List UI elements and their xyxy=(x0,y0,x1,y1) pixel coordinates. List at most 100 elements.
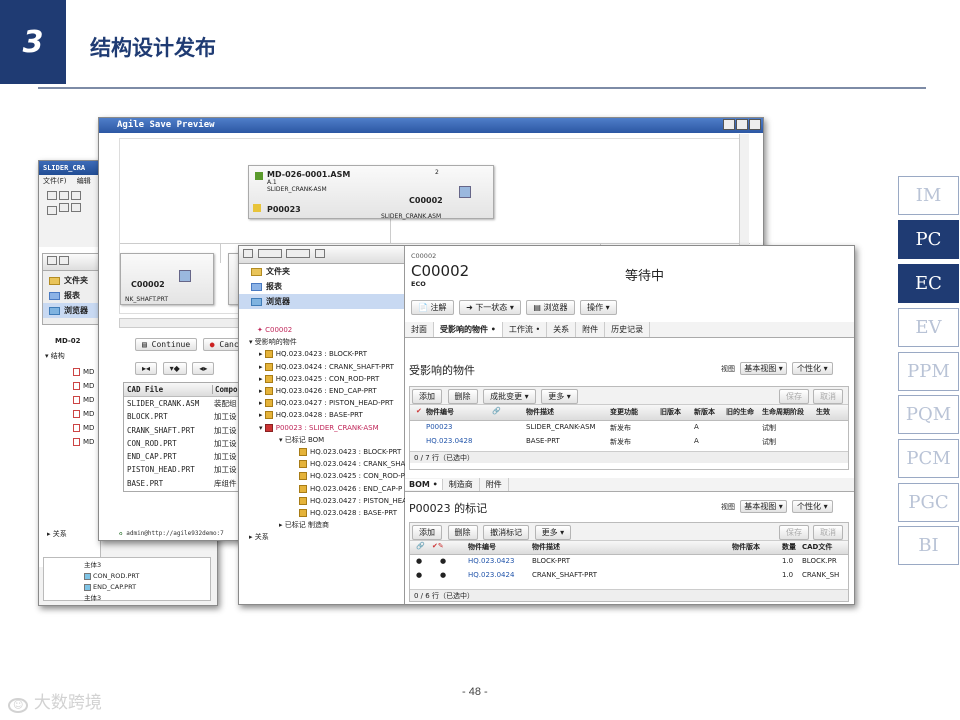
nav-bi[interactable]: BI xyxy=(898,526,959,565)
personalize-button[interactable]: 个性化 ▾ xyxy=(792,362,833,375)
more-button[interactable]: 更多 ▾ xyxy=(541,389,578,404)
close-button[interactable] xyxy=(749,119,761,130)
save-button[interactable]: 保存 xyxy=(779,389,809,404)
part-icon xyxy=(299,496,307,505)
part-icon xyxy=(264,387,273,396)
save-icon[interactable] xyxy=(71,191,81,200)
help-menu-icon[interactable] xyxy=(286,249,311,258)
grid2-footer: 0 / 6 行（已选中） xyxy=(410,589,848,601)
view-icon[interactable] xyxy=(47,206,57,215)
item-icon xyxy=(253,204,261,212)
tab-attachments[interactable]: 附件 xyxy=(576,322,606,337)
zoom-icon[interactable] xyxy=(59,203,69,212)
add-button[interactable]: 添加 xyxy=(412,389,442,404)
col-cad-file: CAD File xyxy=(127,385,164,394)
menu-file[interactable]: 文件(F) xyxy=(43,177,67,185)
tree-eco: ✦ C00002 xyxy=(257,326,293,334)
preview-titlebar: Agile Save Preview xyxy=(99,118,763,133)
part-icon xyxy=(299,448,307,457)
menu-edit[interactable]: 编辑 xyxy=(77,177,91,185)
folder-icon xyxy=(49,276,60,285)
view-select-2[interactable]: 基本视图 ▾ xyxy=(740,500,787,513)
affected-items-grid: 添加 删除 成批变更 ▾ 更多 ▾ 保存 取消 ✔ 物件编号 🔗 物件描述 变更功… xyxy=(409,386,849,470)
next-status-button[interactable]: ➜ 下一状态 ▾ xyxy=(459,300,521,315)
cancel-edit-button-2[interactable]: 取消 xyxy=(813,525,843,540)
nav-pgc[interactable]: PGC xyxy=(898,483,959,522)
eco-tabs: 封面 受影响的物件 • 工作流 • 关系 附件 历史记录 xyxy=(405,322,854,338)
tab-relations[interactable]: 关系 xyxy=(547,322,577,337)
section-affected-title: 受影响的物件 xyxy=(409,364,475,377)
tab-attach[interactable]: 附件 xyxy=(480,478,509,491)
tab-affected[interactable]: 受影响的物件 • xyxy=(434,322,503,337)
tab-manufacturer[interactable]: 制造商 xyxy=(443,478,480,491)
table-row: BLOCK.PRT 加工设 xyxy=(127,412,237,422)
nav-im[interactable]: IM xyxy=(898,176,959,215)
part-icon xyxy=(264,350,273,359)
tool-button-1[interactable]: ▸◂ xyxy=(135,362,158,375)
more-button-2[interactable]: 更多 ▾ xyxy=(534,525,572,540)
table-row[interactable]: HQ.023.0428 BASE-PRT 新发布 A 试制 xyxy=(410,437,848,449)
h-scrollbar[interactable] xyxy=(119,318,249,328)
nav-pcm[interactable]: PCM xyxy=(898,439,959,478)
view-select[interactable]: 基本视图 ▾ xyxy=(740,362,787,375)
comment-button[interactable]: 📄 注解 xyxy=(411,300,454,315)
delete-button-2[interactable]: 删除 xyxy=(447,525,478,540)
view-selector-2: 视图 基本视图 ▾ 个性化 ▾ xyxy=(721,500,836,513)
user-icon[interactable] xyxy=(47,256,57,265)
nav-ev[interactable]: EV xyxy=(898,308,959,347)
cad-model-icon xyxy=(459,186,471,198)
nav-ppm[interactable]: PPM xyxy=(898,352,959,391)
personalize-button-2[interactable]: 个性化 ▾ xyxy=(792,500,833,513)
tree-root[interactable]: MD-02 xyxy=(55,337,81,345)
delete-button[interactable]: 删除 xyxy=(447,389,478,404)
agile-web-client: 文件夹 报表 浏览器 ✦ C00002 ▾ 受影响的物件 ▸ HQ.023.04… xyxy=(238,245,855,605)
add-button-2[interactable]: 添加 xyxy=(412,525,442,540)
status-icon xyxy=(255,172,263,180)
tool-button-3[interactable]: ◂▸ xyxy=(192,362,215,375)
new-icon[interactable] xyxy=(47,191,57,200)
diagram-node-left[interactable]: C00002 NK_SHAFT.PRT xyxy=(120,253,214,305)
cancel-edit-button[interactable]: 取消 xyxy=(813,389,843,404)
cad-model-icon xyxy=(179,270,191,282)
tab-cover[interactable]: 封面 xyxy=(405,322,434,337)
fit-icon[interactable] xyxy=(71,203,81,212)
power-icon[interactable] xyxy=(314,249,325,258)
browser-button[interactable]: ▤ 浏览器 xyxy=(526,300,575,315)
minimize-button[interactable] xyxy=(723,119,735,130)
settings-menu-icon[interactable] xyxy=(257,249,282,258)
table-row[interactable]: ● ● HQ.023.0424 CRANK_SHAFT-PRT 1.0 CRANK… xyxy=(410,571,848,583)
diagram-node-top[interactable]: MD-026-0001.ASM A.1 SLIDER_CRANK-ASM 2 C… xyxy=(248,165,494,220)
save-button-2[interactable]: 保存 xyxy=(779,525,809,540)
section-number: 3 xyxy=(0,0,66,84)
undo-redline-button[interactable]: 撤消标记 xyxy=(483,525,530,540)
table-row[interactable]: P00023 SLIDER_CRANK-ASM 新发布 A 试制 xyxy=(410,423,848,435)
part-icon xyxy=(299,484,307,493)
nav-browser: 浏览器 xyxy=(43,303,101,318)
cad-bottom-tree: 主体3 CON_ROD.PRT END_CAP.PRT 主体3 xyxy=(43,557,211,602)
eco-id: C00002 xyxy=(411,262,470,280)
user-icon[interactable] xyxy=(243,249,253,258)
nav-browser: 浏览器 xyxy=(239,294,404,309)
open-icon[interactable] xyxy=(59,191,69,200)
maximize-button[interactable] xyxy=(736,119,748,130)
continue-button[interactable]: ▤ Continue xyxy=(135,338,198,351)
tab-history[interactable]: 历史记录 xyxy=(605,322,651,337)
tool-button-2[interactable]: ▾◆ xyxy=(162,362,187,375)
table-row: SLIDER_CRANK.ASM 装配组 xyxy=(127,399,237,408)
page-number: - 48 - xyxy=(462,686,488,698)
gear-icon[interactable] xyxy=(59,256,69,265)
folder-icon xyxy=(251,267,262,276)
table-row: PISTON_HEAD.PRT 加工设 xyxy=(127,465,237,475)
actions-button[interactable]: 操作 ▾ xyxy=(580,300,617,315)
tab-workflow[interactable]: 工作流 • xyxy=(503,322,548,337)
nav-pc[interactable]: PC xyxy=(898,220,959,259)
mass-change-button[interactable]: 成批变更 ▾ xyxy=(483,389,536,404)
tree-items: MD MD MD MD MD MD xyxy=(73,365,94,449)
nav-ec[interactable]: EC xyxy=(898,264,959,303)
tab-bom[interactable]: BOM • xyxy=(405,479,443,490)
attachment-icon: 🔗 xyxy=(492,407,501,415)
status-bar: ♻ admin@http://agile932demo:7 xyxy=(119,530,224,537)
table-row[interactable]: ● ● HQ.023.0423 BLOCK-PRT 1.0 BLOCK.PR xyxy=(410,557,848,569)
nav-pqm[interactable]: PQM xyxy=(898,395,959,434)
eco-panel: C00002 C00002 ECO 等待中 📄 注解 ➜ 下一状态 ▾ ▤ 浏览… xyxy=(405,246,854,604)
